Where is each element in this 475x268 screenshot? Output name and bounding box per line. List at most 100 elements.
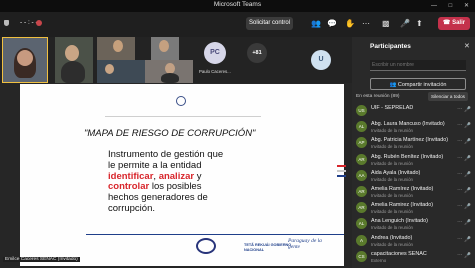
participant-avatar: AL <box>356 121 367 133</box>
participant-row[interactable]: AL Ana Lenguich (Invitado) Invitado de la … <box>356 217 474 231</box>
participant-row[interactable]: AP Abg. Patricia Martínez (Invitado) Invit… <box>356 136 474 150</box>
mic-muted-icon: 🎤 <box>464 107 471 113</box>
participant-avatar: US <box>356 105 367 116</box>
participant-row[interactable]: AR Abg. Rubén Benítez (Invitado) Invitado … <box>356 153 474 167</box>
more-icon[interactable]: ⋯ <box>457 188 463 194</box>
video-tile-2[interactable] <box>55 37 93 83</box>
panel-title: Participantes <box>370 43 411 50</box>
avatar-pc[interactable]: PC <box>204 42 226 64</box>
participant-name: Abg. Laura Mancuso (Invitado) <box>371 121 445 128</box>
participant-name: Ana Lenguich (Invitado) <box>371 218 428 225</box>
participant-row[interactable]: AR Amelia Ramírez (Invitado) Invitado de l… <box>356 185 474 199</box>
leave-label: Salir <box>452 20 466 26</box>
more-icon[interactable]: ⋯ <box>457 107 463 113</box>
participant-name: Amelia Ramirez (Invitado) <box>371 202 434 209</box>
participant-name: Aida Ayala (Invitado) <box>371 169 421 176</box>
participant-row[interactable]: AA Aida Ayala (Invitado) Invitado de la re… <box>356 169 474 183</box>
participant-avatar: A <box>356 234 367 246</box>
participant-name: Andrea (Invitado) <box>371 234 413 241</box>
participant-avatar: AR <box>356 153 367 165</box>
raise-hand-icon[interactable]: ✋ <box>345 19 355 28</box>
window-title-bar: Microsoft Teams — □ ✕ <box>0 0 475 12</box>
avatar-u[interactable]: U <box>311 50 331 70</box>
participant-role: Invitado de la reunión <box>371 209 413 215</box>
participant-name: Amelia Ramírez (Invitado) <box>371 186 434 192</box>
footer-right-logo: Paraguay de la gente <box>288 238 322 250</box>
participant-status-icons: ⋯ 🎤 <box>457 172 471 178</box>
more-icon[interactable]: ⋯ <box>457 156 463 162</box>
slide-header-emblem <box>176 96 186 106</box>
participant-status-icons: ⋯ 🎤 <box>457 237 471 243</box>
participant-name: Abg. Rubén Benítez (Invitado) <box>371 153 444 160</box>
share-screen-icon[interactable]: ⬆ <box>416 19 423 28</box>
avatar-pc-name: Paulo Caceres... <box>199 69 231 74</box>
participant-row[interactable]: CS capacitaciones SENAC Externo ⋯ 🎤 <box>356 250 474 264</box>
mic-muted-icon: 🎤 <box>464 188 471 194</box>
participant-status-icons: ⋯ 🎤 <box>457 139 471 145</box>
more-icon[interactable]: ⋯ <box>457 253 463 259</box>
mute-all-button[interactable]: Silenciar a todos <box>428 92 468 101</box>
participant-role: Invitado de la reunión <box>371 128 413 134</box>
participant-role: Invitado de la reunión <box>371 176 413 182</box>
mic-muted-icon: 🎤 <box>464 236 471 243</box>
mic-muted-icon: 🎤 <box>464 139 471 146</box>
footer-left-logo: TETÃ REKUÁI GOBIERNO NACIONAL <box>244 243 292 252</box>
camera-off-icon[interactable]: ▩ <box>382 19 390 28</box>
more-icon[interactable]: ⋯ <box>457 220 463 226</box>
participant-role: Invitado de la reunión <box>371 144 413 150</box>
participant-status-icons: ⋯ 🎤 <box>457 253 471 259</box>
slide-footer-line <box>86 234 344 235</box>
mic-muted-icon: 🎤 <box>464 155 471 162</box>
participant-avatar: AR <box>356 186 367 197</box>
in-meeting-count: En esta reunión (89) <box>356 94 400 99</box>
mic-muted-icon: 🎤 <box>464 252 471 259</box>
more-icon[interactable]: ⋯ <box>457 123 463 129</box>
participant-avatar: CS <box>356 250 367 262</box>
shield-icon <box>4 20 9 26</box>
participant-status-icons: ⋯ 🎤 <box>457 188 471 194</box>
word-y: y <box>194 170 202 182</box>
mic-muted-icon: 🎤 <box>464 220 471 227</box>
window-title: Microsoft Teams <box>213 1 262 8</box>
maximize-icon[interactable]: □ <box>449 3 453 9</box>
slide-line-6: corrupción. <box>108 202 155 214</box>
senac-logo <box>196 238 216 254</box>
participant-row[interactable]: AL Abg. Laura Mancuso (Invitado) Invitado … <box>356 120 474 134</box>
participant-status-icons: ⋯ 🎤 <box>457 220 471 226</box>
participant-row[interactable]: AR Amelia Ramirez (Invitado) Invitado de l… <box>356 201 474 215</box>
more-icon[interactable]: ⋯ <box>457 172 463 178</box>
participants-icon[interactable]: 👥 <box>311 19 321 28</box>
panel-close-icon[interactable]: ✕ <box>464 42 470 50</box>
slide-body: Instrumento de gestión que le permite a … <box>108 149 276 215</box>
participant-row[interactable]: US UIF - SEPRELAD ⋯ 🎤 <box>356 104 474 118</box>
close-icon[interactable]: ✕ <box>464 3 469 9</box>
more-icon[interactable]: ⋯ <box>457 139 463 145</box>
participant-row[interactable]: A Andrea (Invitado) Invitado de la reunión… <box>356 234 474 248</box>
more-icon[interactable]: ⋯ <box>457 237 463 243</box>
presenter-label: Emilce Caceres SENAC (Invitado) <box>3 257 80 262</box>
overflow-count[interactable]: +81 <box>247 43 267 63</box>
participant-role: Invitado de la reunión <box>371 160 413 166</box>
participant-search-input[interactable] <box>370 60 466 71</box>
mic-muted-icon: 🎤 <box>464 123 471 130</box>
word-controlar: controlar <box>108 181 150 193</box>
slide-title: "MAPA DE RIESGO DE CORRUPCIÓN" <box>84 128 256 139</box>
participant-avatar: AA <box>356 169 367 181</box>
word-identificar: identificar <box>108 170 154 182</box>
video-tile-5[interactable] <box>97 60 145 83</box>
recording-icon <box>36 20 42 26</box>
participant-name: Abg. Patricia Martínez (Invitado) <box>371 137 448 144</box>
more-icon[interactable]: ⋯ <box>457 204 463 210</box>
leave-button[interactable]: ☎ Salir <box>438 17 470 30</box>
video-tile-1[interactable] <box>2 37 48 83</box>
mic-muted-icon: 🎤 <box>464 171 471 178</box>
request-control-button[interactable]: Solicitar control <box>246 17 293 30</box>
minimize-icon[interactable]: — <box>431 3 437 9</box>
participant-role: Invitado de la reunión <box>371 241 413 247</box>
share-invite-button[interactable]: 👥 Compartir invitación <box>370 78 466 90</box>
video-tile-6[interactable] <box>145 60 193 83</box>
chat-icon[interactable]: 💬 <box>327 19 337 28</box>
more-options-icon[interactable]: ⋯ <box>362 19 370 28</box>
mic-muted-icon: 🎤 <box>464 204 471 211</box>
microphone-icon[interactable]: 🎤 <box>400 19 410 28</box>
